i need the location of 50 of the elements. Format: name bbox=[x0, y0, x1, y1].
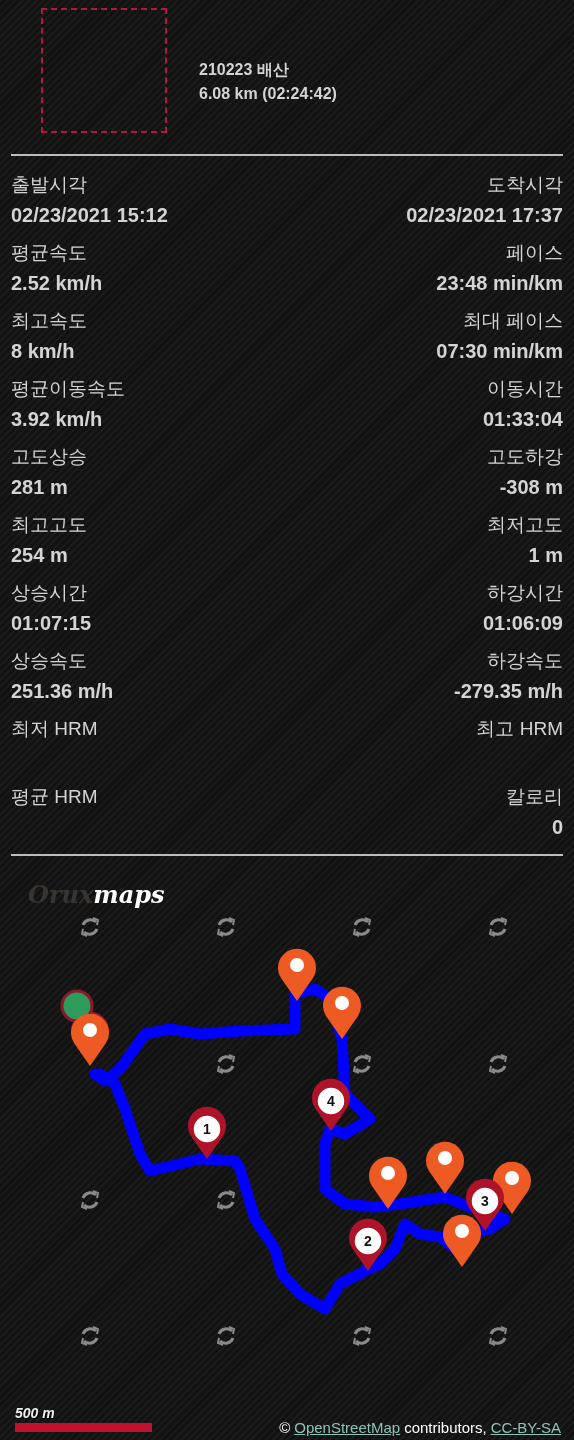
stat-label: 최고속도 bbox=[11, 309, 87, 333]
stat-value: 8 km/h bbox=[11, 339, 76, 364]
app-logo: Oruxmaps bbox=[28, 880, 165, 909]
attribution-text: contributors, bbox=[404, 1419, 487, 1436]
stat-label: 평균 HRM bbox=[11, 785, 98, 809]
stat-label: 도착시각 bbox=[487, 173, 563, 197]
stat-label: 하강시간 bbox=[487, 581, 563, 605]
stat-label: 칼로리 bbox=[506, 785, 563, 809]
osm-link[interactable]: OpenStreetMap bbox=[294, 1419, 401, 1436]
stat-label: 페이스 bbox=[506, 241, 563, 265]
stat-value: 01:06:09 bbox=[482, 611, 563, 636]
scale-label: 500 m bbox=[15, 1405, 56, 1421]
stat-label: 하강속도 bbox=[487, 649, 563, 673]
stat-value: 01:07:15 bbox=[11, 611, 92, 636]
stat-value: 251.36 m/h bbox=[11, 679, 114, 704]
stat-label: 최고고도 bbox=[11, 513, 87, 537]
stat-value: 0 bbox=[551, 815, 563, 840]
stat-value: 281 m bbox=[11, 475, 69, 500]
stat-label: 고도하강 bbox=[487, 445, 563, 469]
stat-value: 23:48 min/km bbox=[436, 271, 563, 296]
stat-value: -279.35 m/h bbox=[454, 679, 563, 704]
stat-value: 2.52 km/h bbox=[11, 271, 103, 296]
stat-label: 평균속도 bbox=[11, 241, 88, 265]
stat-label: 출발시각 bbox=[11, 173, 88, 197]
waypoint-marker: 3 bbox=[466, 1178, 504, 1231]
waypoint-marker: 2 bbox=[349, 1218, 387, 1271]
stat-label: 이동시간 bbox=[487, 377, 563, 401]
stat-label: 최대 페이스 bbox=[462, 309, 563, 333]
track-summary: 6.08 km (02:24:42) bbox=[199, 84, 337, 103]
stat-value: 1 m bbox=[528, 543, 563, 568]
waypoint-marker: 4 bbox=[312, 1078, 350, 1131]
stat-label: 최고 HRM bbox=[476, 717, 563, 741]
waypoint-marker: 1 bbox=[188, 1106, 226, 1159]
license-link[interactable]: CC-BY-SA bbox=[490, 1419, 561, 1436]
stat-value: 07:30 min/km bbox=[436, 339, 563, 364]
stat-value: 254 m bbox=[11, 543, 69, 568]
stat-label: 고도상승 bbox=[11, 445, 87, 469]
stat-label: 최저고도 bbox=[487, 513, 563, 537]
stat-value: 01:33:04 bbox=[482, 407, 563, 432]
track-title: 210223 배산 bbox=[199, 59, 290, 80]
stat-label: 평균이동속도 bbox=[11, 377, 125, 401]
stat-value: 02/23/2021 15:12 bbox=[11, 203, 168, 228]
stat-label: 상승속도 bbox=[11, 649, 88, 673]
stat-label: 상승시간 bbox=[11, 581, 88, 605]
stat-value: 3.92 km/h bbox=[11, 407, 104, 432]
stat-value: -308 m bbox=[499, 475, 563, 500]
route-map[interactable]: Oruxmaps 1 2 3 4 500 m © OpenStreetMap contributors, CC-BY-SA bbox=[11, 856, 563, 1440]
copyright-text: © bbox=[279, 1419, 291, 1436]
stat-label: 최저 HRM bbox=[11, 717, 98, 741]
stat-value: 02/23/2021 17:37 bbox=[406, 203, 563, 228]
